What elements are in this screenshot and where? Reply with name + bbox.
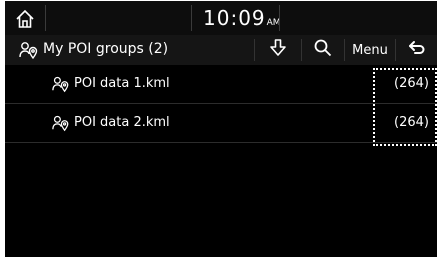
poi-group-icon bbox=[18, 40, 40, 60]
clock-time: 10:09 bbox=[203, 6, 266, 30]
list-item-label: POI data 1.kml bbox=[74, 76, 170, 91]
status-divider bbox=[45, 5, 46, 31]
status-divider bbox=[279, 5, 280, 31]
back-button[interactable] bbox=[396, 35, 437, 65]
search-icon bbox=[313, 38, 333, 62]
search-button[interactable] bbox=[302, 35, 344, 65]
status-bar: 10:09AM bbox=[5, 1, 437, 35]
download-icon bbox=[268, 38, 288, 62]
clock: 10:09AM bbox=[203, 6, 281, 30]
list-item-label: POI data 2.kml bbox=[74, 115, 170, 130]
status-divider bbox=[191, 5, 192, 31]
navigation-screen: 10:09AM My POI groups (2) Menu POI data … bbox=[5, 1, 437, 257]
poi-file-icon bbox=[51, 114, 71, 132]
download-button[interactable] bbox=[255, 35, 301, 65]
count-highlight-box bbox=[373, 68, 437, 146]
menu-label: Menu bbox=[352, 42, 388, 58]
back-icon bbox=[407, 38, 427, 62]
menu-button[interactable]: Menu bbox=[345, 35, 395, 65]
home-icon[interactable] bbox=[14, 8, 36, 30]
poi-file-icon bbox=[51, 75, 71, 93]
page-title: My POI groups (2) bbox=[43, 41, 169, 57]
title-bar: My POI groups (2) Menu bbox=[5, 35, 437, 65]
